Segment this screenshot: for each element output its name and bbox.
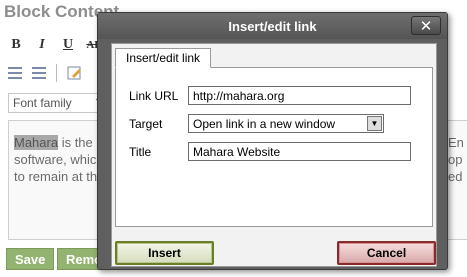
numbered-list-icon[interactable] <box>32 67 46 79</box>
link-url-input[interactable]: http://mahara.org <box>188 86 411 105</box>
dialog-body: Insert/edit link Link URL http://mahara.… <box>111 43 437 267</box>
editor-text-right: En op ed <box>448 134 464 185</box>
cancel-button[interactable]: Cancel <box>337 241 436 265</box>
toolbar-separator <box>56 64 57 82</box>
title-label: Title <box>129 145 152 159</box>
link-url-label: Link URL <box>129 89 179 103</box>
title-input[interactable]: Mahara Website <box>188 142 411 161</box>
tab-panel: Link URL http://mahara.org Target Open l… <box>115 67 433 227</box>
editor-text-right-line2: op <box>448 152 463 167</box>
target-value: Open link in a new window <box>193 117 336 131</box>
editor-text-line1: is the <box>58 135 93 150</box>
editor-toolbar-row1: B I U AB <box>8 36 102 54</box>
bullet-list-icon[interactable] <box>8 67 22 79</box>
close-icon: ✕ <box>419 17 433 35</box>
tab-insert-edit-link[interactable]: Insert/edit link <box>115 48 212 68</box>
target-label: Target <box>129 117 163 131</box>
target-select[interactable]: Open link in a new window ▼ <box>188 114 384 133</box>
editor-text-right-line3: ed <box>448 169 463 184</box>
font-family-value: Font family <box>13 96 72 110</box>
chevron-down-icon[interactable]: ▼ <box>367 116 382 131</box>
insert-button[interactable]: Insert <box>115 241 214 265</box>
editor-text-right-line1: En <box>448 135 464 150</box>
underline-icon[interactable]: U <box>60 36 76 54</box>
dialog-titlebar[interactable]: Insert/edit link <box>98 13 447 39</box>
edit-html-icon[interactable] <box>67 64 83 82</box>
italic-icon[interactable]: I <box>34 36 50 54</box>
editor-toolbar-row2 <box>8 64 83 82</box>
selected-text: Mahara <box>14 135 59 150</box>
dialog-title: Insert/edit link <box>228 18 317 34</box>
save-button[interactable]: Save <box>6 248 55 270</box>
bold-icon[interactable]: B <box>8 36 24 54</box>
insert-link-dialog: Insert/edit link ✕ Insert/edit link Link… <box>97 12 448 270</box>
font-family-select[interactable]: Font family ▾ <box>8 93 104 113</box>
close-button[interactable]: ✕ <box>411 16 441 35</box>
